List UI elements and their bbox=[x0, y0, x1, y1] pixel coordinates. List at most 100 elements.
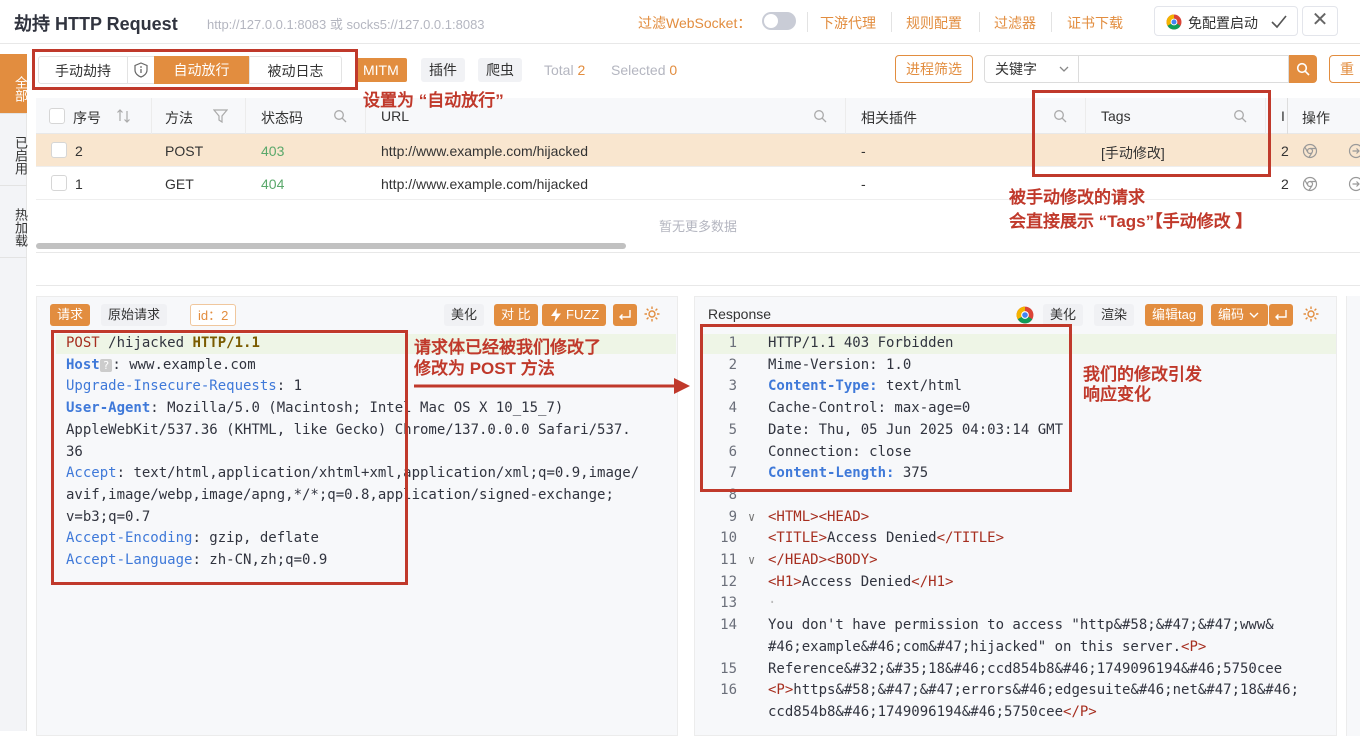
cell-status: 404 bbox=[261, 176, 284, 192]
line-number: 16 bbox=[713, 680, 737, 702]
row-checkbox[interactable] bbox=[51, 142, 67, 158]
code-text: #46;example&#46;com&#47;hijacked" on thi… bbox=[768, 639, 1181, 655]
divider bbox=[1051, 12, 1052, 32]
total-label: Total bbox=[544, 62, 574, 78]
divider bbox=[36, 252, 1360, 253]
divider bbox=[36, 285, 1360, 286]
filter-icon[interactable] bbox=[213, 109, 228, 123]
annotation-response-line2: 响应变化 bbox=[1083, 385, 1151, 405]
chrome-icon[interactable] bbox=[1302, 143, 1318, 159]
code-text: Access Denied bbox=[802, 574, 912, 590]
html-tag: <TITLE> bbox=[768, 530, 827, 546]
col-ip: I bbox=[1281, 108, 1285, 124]
render-button[interactable]: 渲染 bbox=[1094, 304, 1134, 326]
cell-method: POST bbox=[165, 143, 203, 159]
arrow-right-circle-icon[interactable] bbox=[1348, 176, 1360, 192]
encode-dropdown[interactable]: 编码 bbox=[1211, 304, 1268, 326]
process-filter-button[interactable]: 进程筛选 bbox=[895, 55, 973, 83]
col-status: 状态码 bbox=[261, 108, 303, 128]
html-tag: <P> bbox=[1181, 639, 1206, 655]
reset-button[interactable]: 重 bbox=[1329, 55, 1360, 83]
annotation-tags-line2: 会直接展示 “Tags”【手动修改 】 bbox=[1009, 212, 1252, 232]
search-button[interactable] bbox=[1289, 55, 1317, 83]
arrow-right-circle-icon[interactable] bbox=[1348, 143, 1360, 159]
cert-download-link[interactable]: 证书下载 bbox=[1067, 13, 1123, 33]
send-button[interactable] bbox=[613, 304, 637, 326]
line-number: 13 bbox=[713, 593, 737, 615]
launch-label: 免配置启动 bbox=[1188, 13, 1258, 33]
cell-plugins: - bbox=[861, 143, 866, 159]
gear-icon[interactable] bbox=[1302, 305, 1320, 323]
compare-button[interactable]: 对 比 bbox=[494, 304, 538, 326]
cell-url: http://www.example.com/hijacked bbox=[381, 143, 588, 159]
row-checkbox[interactable] bbox=[51, 175, 67, 191]
request-tab[interactable]: 请求 bbox=[50, 304, 90, 326]
search-icon[interactable] bbox=[813, 109, 827, 123]
total-count: Total 2 bbox=[544, 62, 585, 78]
line-number: 9 bbox=[713, 507, 737, 529]
chrome-icon[interactable] bbox=[1302, 176, 1318, 192]
search-input[interactable] bbox=[1078, 55, 1289, 83]
annotation-box-tags bbox=[1032, 90, 1271, 177]
search-icon[interactable] bbox=[333, 109, 347, 123]
beautify-button[interactable]: 美化 bbox=[444, 304, 484, 326]
send-button[interactable] bbox=[1269, 304, 1293, 326]
col-seq: 序号 bbox=[73, 108, 101, 128]
fold-toggle-icon[interactable]: ∨ bbox=[748, 507, 755, 529]
chevron-down-icon bbox=[1249, 311, 1259, 319]
html-tag: <HEAD> bbox=[819, 509, 870, 525]
divider bbox=[807, 12, 808, 32]
horizontal-scrollbar[interactable] bbox=[36, 243, 626, 249]
chrome-icon[interactable] bbox=[1016, 306, 1034, 324]
annotation-response-line1: 我们的修改引发 bbox=[1083, 365, 1202, 385]
divider bbox=[891, 12, 892, 32]
beautify-button[interactable]: 美化 bbox=[1043, 304, 1083, 326]
mitm-tag[interactable]: MITM bbox=[355, 58, 407, 82]
fold-toggle-icon[interactable]: ∨ bbox=[748, 550, 755, 572]
crawler-tag[interactable]: 爬虫 bbox=[478, 58, 522, 82]
side-tab-hot-reload[interactable]: 热加载 bbox=[0, 188, 27, 258]
request-id-badge: id：2 bbox=[190, 304, 236, 326]
col-plugins: 相关插件 bbox=[861, 108, 917, 128]
raw-request-tab[interactable]: 原始请求 bbox=[101, 304, 167, 326]
code-text: ccd854b8&#46;1749096194&#46;5750cee bbox=[768, 704, 1063, 720]
check-icon bbox=[1271, 15, 1287, 29]
filter-link[interactable]: 过滤器 bbox=[994, 13, 1036, 33]
page-title: 劫持 HTTP Request bbox=[14, 10, 178, 36]
col-method: 方法 bbox=[165, 108, 193, 128]
search-icon bbox=[1296, 62, 1310, 76]
launch-browser-button[interactable]: 免配置启动 bbox=[1154, 6, 1298, 36]
chrome-icon bbox=[1166, 14, 1182, 30]
fuzz-button[interactable]: FUZZ bbox=[542, 304, 606, 326]
html-tag: <P> bbox=[768, 682, 793, 698]
rules-config-link[interactable]: 规则配置 bbox=[906, 13, 962, 33]
col-action: 操作 bbox=[1302, 108, 1330, 128]
html-tag: </P> bbox=[1063, 704, 1097, 720]
gear-icon[interactable] bbox=[643, 305, 661, 323]
websocket-filter-toggle[interactable] bbox=[762, 12, 796, 30]
close-button[interactable]: ✕ bbox=[1302, 6, 1338, 36]
line-number: 10 bbox=[713, 528, 737, 550]
plugin-tag[interactable]: 插件 bbox=[421, 58, 465, 82]
line-number: 15 bbox=[713, 659, 737, 681]
cell-ip: 2 bbox=[1281, 176, 1289, 192]
html-tag: <HTML> bbox=[768, 509, 819, 525]
proxy-address: http://127.0.0.1:8083 或 socks5://127.0.0… bbox=[207, 14, 485, 33]
keyword-select[interactable]: 关键字 bbox=[984, 55, 1079, 83]
edit-tag-button[interactable]: 编辑tag bbox=[1145, 304, 1203, 326]
annotation-arrow-icon bbox=[412, 376, 692, 396]
cell-seq: 1 bbox=[75, 176, 83, 192]
cell-url: http://www.example.com/hijacked bbox=[381, 176, 588, 192]
divider bbox=[979, 12, 980, 32]
side-panel-edge bbox=[1346, 296, 1360, 736]
total-value: 2 bbox=[577, 62, 585, 78]
encode-label: 编码 bbox=[1218, 307, 1244, 322]
side-tab-enabled[interactable]: 已启用 bbox=[0, 116, 27, 186]
html-tag: </HEAD> bbox=[768, 552, 827, 568]
downstream-proxy-link[interactable]: 下游代理 bbox=[820, 13, 876, 33]
enter-icon bbox=[618, 309, 632, 321]
chevron-down-icon bbox=[1059, 65, 1069, 73]
sort-icon[interactable] bbox=[116, 108, 132, 124]
side-tab-all[interactable]: 全部 bbox=[0, 54, 27, 114]
select-all-checkbox[interactable] bbox=[49, 108, 65, 124]
